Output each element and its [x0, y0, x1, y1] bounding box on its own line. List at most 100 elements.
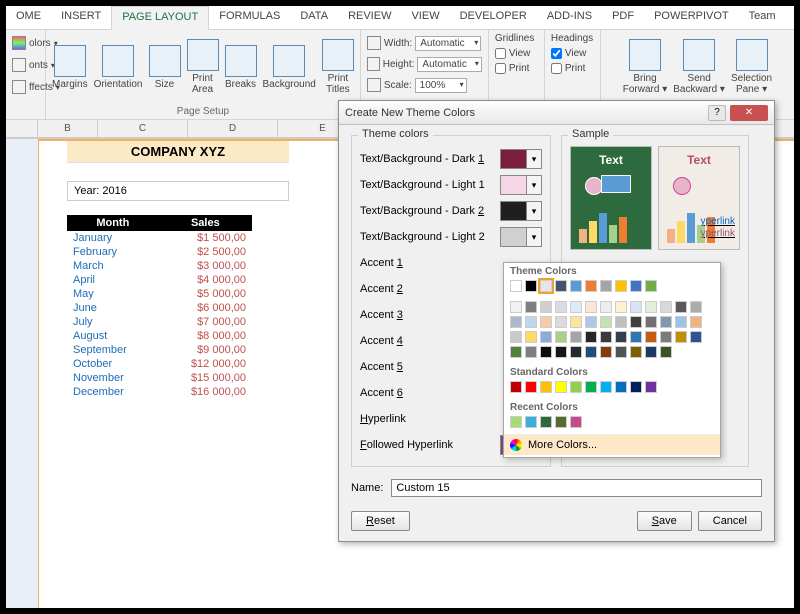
ribbon-bring[interactable]: BringForward ▾: [623, 39, 667, 95]
table-row[interactable]: March$3 000,00: [67, 259, 252, 273]
color-swatch[interactable]: [585, 280, 597, 292]
color-swatch[interactable]: [555, 280, 567, 292]
color-swatch[interactable]: [525, 316, 537, 328]
color-swatch[interactable]: [510, 316, 522, 328]
color-swatch[interactable]: [615, 381, 627, 393]
color-swatch[interactable]: [570, 316, 582, 328]
color-swatch[interactable]: [645, 280, 657, 292]
height-select[interactable]: Automatic: [417, 57, 481, 72]
color-swatch-button[interactable]: ▾: [500, 227, 542, 247]
color-swatch[interactable]: [675, 316, 687, 328]
more-colors-item[interactable]: More Colors...: [504, 434, 720, 455]
color-swatch[interactable]: [585, 346, 597, 358]
color-swatch[interactable]: [615, 316, 627, 328]
color-swatch[interactable]: [600, 301, 612, 313]
color-swatch[interactable]: [630, 381, 642, 393]
dialog-titlebar[interactable]: Create New Theme Colors ? ✕: [339, 101, 774, 125]
table-row[interactable]: February$2 500,00: [67, 245, 252, 259]
color-swatch[interactable]: [525, 381, 537, 393]
ribbon-send[interactable]: SendBackward ▾: [673, 39, 725, 95]
gridlines-print-chk[interactable]: Print: [495, 63, 534, 74]
color-swatch[interactable]: [570, 416, 582, 428]
help-button[interactable]: ?: [708, 105, 726, 121]
color-swatch[interactable]: [570, 346, 582, 358]
color-swatch[interactable]: [645, 331, 657, 343]
color-swatch[interactable]: [600, 280, 612, 292]
color-swatch[interactable]: [600, 381, 612, 393]
color-swatch[interactable]: [615, 331, 627, 343]
color-swatch[interactable]: [570, 381, 582, 393]
ribbon-margins[interactable]: Margins: [52, 45, 88, 90]
color-swatch[interactable]: [525, 331, 537, 343]
cancel-button[interactable]: Cancel: [698, 511, 762, 531]
tab-add-ins[interactable]: ADD-INS: [537, 6, 602, 29]
tab-data[interactable]: DATA: [290, 6, 338, 29]
color-swatch[interactable]: [555, 346, 567, 358]
color-swatch[interactable]: [570, 280, 582, 292]
ribbon-print[interactable]: PrintArea: [187, 39, 219, 95]
color-swatch[interactable]: [555, 331, 567, 343]
color-swatch[interactable]: [585, 381, 597, 393]
table-row[interactable]: December$16 000,00: [67, 385, 252, 399]
ribbon-print[interactable]: PrintTitles: [322, 39, 354, 95]
color-swatch[interactable]: [660, 301, 672, 313]
color-swatch[interactable]: [615, 346, 627, 358]
color-swatch[interactable]: [690, 316, 702, 328]
color-swatch[interactable]: [585, 301, 597, 313]
table-row[interactable]: August$8 000,00: [67, 329, 252, 343]
tab-view[interactable]: VIEW: [401, 6, 449, 29]
color-swatch[interactable]: [630, 331, 642, 343]
color-swatch[interactable]: [630, 280, 642, 292]
table-row[interactable]: January$1 500,00: [67, 231, 252, 245]
table-row[interactable]: September$9 000,00: [67, 343, 252, 357]
tab-ome[interactable]: OME: [6, 6, 51, 29]
reset-button[interactable]: Reset: [351, 511, 410, 531]
color-swatch[interactable]: [600, 346, 612, 358]
headings-view-chk[interactable]: View: [551, 48, 593, 59]
color-swatch[interactable]: [555, 301, 567, 313]
color-swatch-button[interactable]: ▾: [500, 149, 542, 169]
table-row[interactable]: July$7 000,00: [67, 315, 252, 329]
color-swatch[interactable]: [540, 416, 552, 428]
ribbon-breaks[interactable]: Breaks: [225, 45, 257, 90]
color-swatch[interactable]: [660, 346, 672, 358]
color-swatch[interactable]: [600, 316, 612, 328]
col-C[interactable]: C: [98, 120, 188, 137]
color-swatch[interactable]: [555, 316, 567, 328]
close-button[interactable]: ✕: [730, 105, 768, 121]
theme-name-input[interactable]: [391, 479, 762, 497]
color-swatch[interactable]: [525, 416, 537, 428]
gridlines-view-chk[interactable]: View: [495, 48, 534, 59]
color-swatch[interactable]: [510, 280, 522, 292]
color-swatch[interactable]: [510, 331, 522, 343]
color-swatch[interactable]: [615, 301, 627, 313]
color-swatch[interactable]: [675, 331, 687, 343]
color-swatch[interactable]: [645, 316, 657, 328]
color-swatch[interactable]: [570, 331, 582, 343]
color-swatch[interactable]: [600, 331, 612, 343]
ribbon-selection[interactable]: SelectionPane ▾: [731, 39, 772, 95]
color-swatch[interactable]: [540, 316, 552, 328]
tab-pdf[interactable]: PDF: [602, 6, 644, 29]
year-cell[interactable]: Year: 2016: [67, 181, 289, 201]
color-swatch[interactable]: [540, 280, 552, 292]
ribbon-size[interactable]: Size: [149, 45, 181, 90]
color-swatch-button[interactable]: ▾: [500, 175, 542, 195]
color-swatch[interactable]: [510, 416, 522, 428]
col-B[interactable]: B: [38, 120, 98, 137]
color-swatch[interactable]: [645, 301, 657, 313]
color-swatch[interactable]: [540, 301, 552, 313]
color-swatch[interactable]: [510, 346, 522, 358]
color-swatch[interactable]: [690, 301, 702, 313]
tab-page-layout[interactable]: PAGE LAYOUT: [111, 6, 209, 30]
color-swatch[interactable]: [540, 381, 552, 393]
table-row[interactable]: November$15 000,00: [67, 371, 252, 385]
color-swatch[interactable]: [675, 301, 687, 313]
color-swatch[interactable]: [525, 346, 537, 358]
ribbon-background[interactable]: Background: [263, 45, 316, 90]
tab-formulas[interactable]: FORMULAS: [209, 6, 290, 29]
color-swatch[interactable]: [645, 346, 657, 358]
color-swatch[interactable]: [630, 301, 642, 313]
table-row[interactable]: April$4 000,00: [67, 273, 252, 287]
headings-print-chk[interactable]: Print: [551, 63, 593, 74]
